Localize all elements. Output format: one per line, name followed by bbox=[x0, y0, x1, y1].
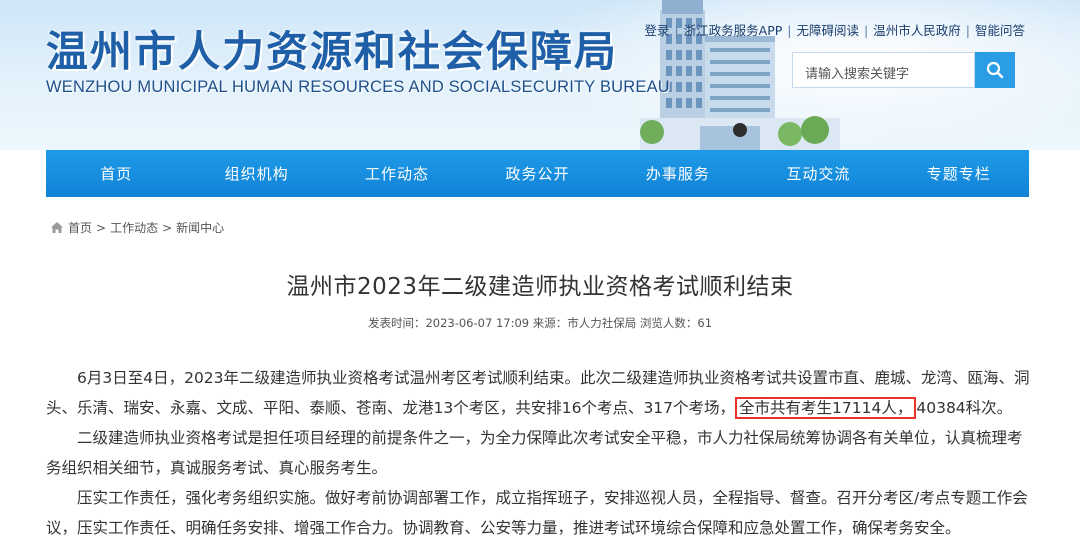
article-body: 6月3日至4日，2023年二级建造师执业资格考试温州考区考试顺利结束。此次二级建… bbox=[46, 363, 1030, 540]
nav-item-interaction[interactable]: 互动交流 bbox=[748, 150, 888, 197]
nav-item-home[interactable]: 首页 bbox=[46, 150, 186, 197]
article-paragraph: 二级建造师执业资格考试是担任项目经理的前提条件之一，为全力保障此次考试安全平稳，… bbox=[46, 429, 1023, 477]
main-nav: 首页 组织机构 工作动态 政务公开 办事服务 互动交流 专题专栏 bbox=[46, 150, 1029, 197]
site-header: 温州市人力资源和社会保障局 WENZHOU MUNICIPAL HUMAN RE… bbox=[0, 0, 1080, 150]
zhejiang-app-link[interactable]: 浙江政务服务APP bbox=[681, 23, 786, 38]
top-links-separator: | bbox=[674, 23, 679, 38]
nav-item-work-news[interactable]: 工作动态 bbox=[327, 150, 467, 197]
accessibility-link[interactable]: 无障碍阅读 bbox=[794, 23, 863, 38]
nav-item-services[interactable]: 办事服务 bbox=[608, 150, 748, 197]
article-meta: 发表时间：2023-06-07 17:09 来源：市人力社保局 浏览人数：61 bbox=[367, 316, 713, 330]
article-title: 温州市2023年二级建造师执业资格考试顺利结束 bbox=[286, 274, 794, 300]
nav-item-government-affairs[interactable]: 政务公开 bbox=[467, 150, 607, 197]
breadcrumb-work-news[interactable]: 工作动态 bbox=[110, 219, 158, 236]
breadcrumb-home[interactable]: 首页 bbox=[68, 219, 92, 236]
city-government-link[interactable]: 温州市人民政府 bbox=[870, 23, 964, 38]
nav-item-organization[interactable]: 组织机构 bbox=[186, 150, 326, 197]
top-links-separator: | bbox=[787, 23, 792, 38]
breadcrumb-news-center[interactable]: 新闻中心 bbox=[176, 219, 224, 236]
breadcrumb: 首页 > 工作动态 > 新闻中心 bbox=[50, 219, 224, 236]
home-icon bbox=[51, 222, 63, 233]
site-title: 温州市人力资源和社会保障局 bbox=[46, 27, 619, 76]
top-links: 登录 | 浙江政务服务APP | 无障碍阅读 | 温州市人民政府 | 智能问答 bbox=[641, 20, 1028, 39]
paragraph-text: 40384科次。 bbox=[916, 399, 1013, 417]
breadcrumb-separator: > bbox=[162, 220, 173, 235]
top-links-separator: | bbox=[965, 23, 970, 38]
search-input[interactable]: 请输入搜索关键字 bbox=[792, 52, 975, 88]
login-link[interactable]: 登录 bbox=[641, 23, 672, 38]
search-button[interactable] bbox=[975, 52, 1015, 88]
highlighted-candidate-count: 全市共有考生17114人， bbox=[735, 397, 917, 419]
article-paragraph: 压实工作责任，强化考务组织实施。做好考前协调部署工作，成立指挥班子，安排巡视人员… bbox=[46, 489, 1028, 537]
site-subtitle: WENZHOU MUNICIPAL HUMAN RESOURCES AND SO… bbox=[46, 78, 670, 96]
breadcrumb-separator: > bbox=[96, 220, 107, 235]
search-icon bbox=[986, 61, 1004, 79]
smart-qa-link[interactable]: 智能问答 bbox=[972, 23, 1028, 38]
article-paragraph: 6月3日至4日，2023年二级建造师执业资格考试温州考区考试顺利结束。此次二级建… bbox=[46, 363, 1030, 423]
nav-item-special-topics[interactable]: 专题专栏 bbox=[889, 150, 1029, 197]
